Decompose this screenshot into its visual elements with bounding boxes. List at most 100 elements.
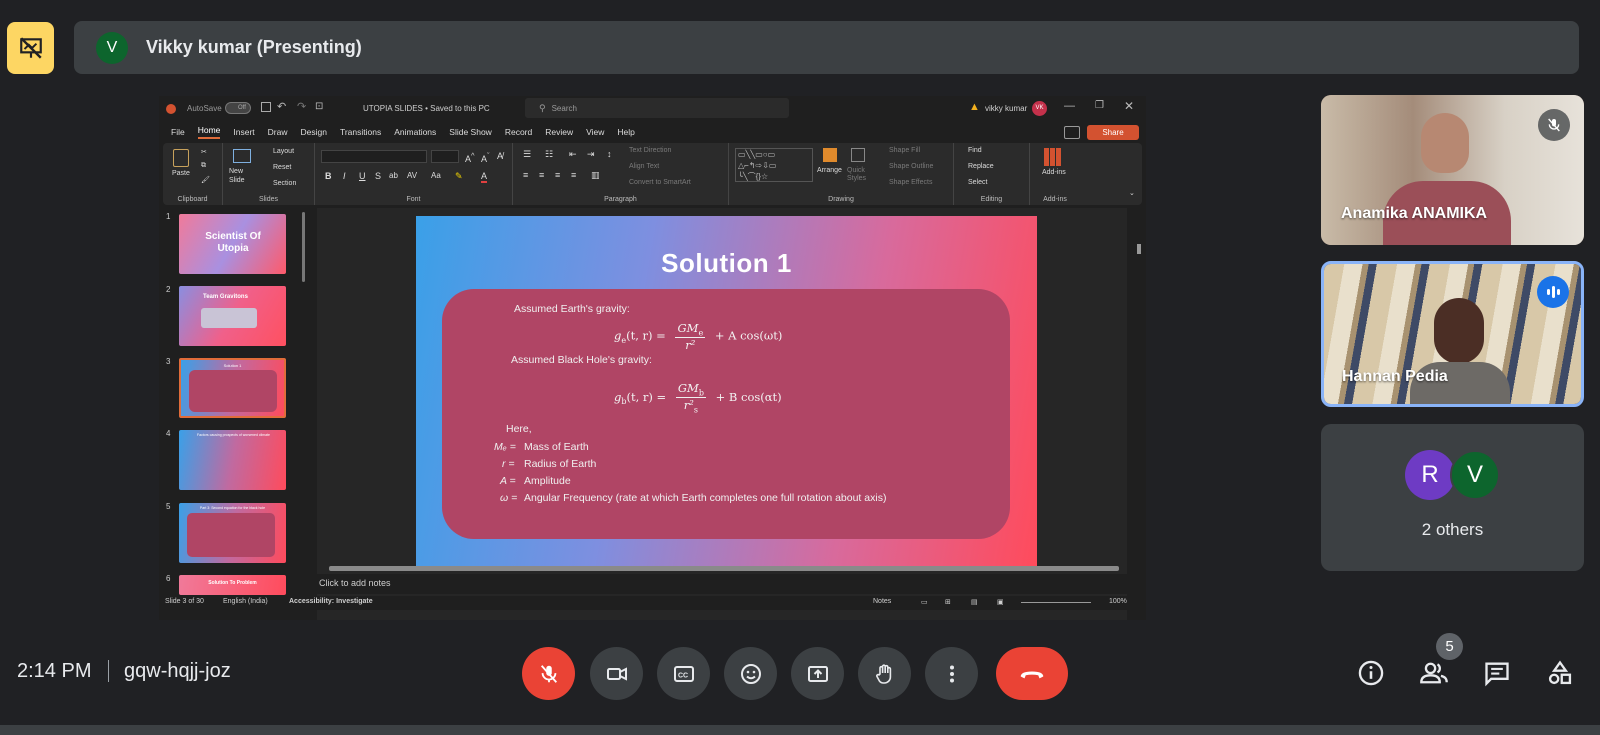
slide-thumbnail[interactable]: Team Gravitons [179,286,286,346]
participant-tile-hannan[interactable]: Hannan Pedia [1321,261,1584,407]
camera-toggle-button[interactable] [590,647,643,700]
redo-icon[interactable]: ↷ [297,100,306,113]
increase-indent-icon[interactable]: ⇥ [587,149,595,160]
present-icon[interactable]: ⊡ [315,101,323,112]
activities-button[interactable] [1542,655,1578,691]
reactions-button[interactable] [724,647,777,700]
convert-smartart-button[interactable]: Convert to SmartArt [629,179,691,186]
shape-fill-button[interactable]: Shape Fill [889,147,920,154]
clear-format-icon[interactable]: A̸ [497,151,503,161]
spacing-icon[interactable]: AV [407,171,417,180]
search-box[interactable]: ⚲ Search [525,98,789,118]
paste-icon[interactable] [173,149,189,167]
current-slide[interactable]: Solution 1 Assumed Earth's gravity: ge(t… [416,216,1037,566]
cut-icon[interactable]: ✂ [201,148,207,156]
raise-hand-button[interactable] [858,647,911,700]
meeting-details-button[interactable] [1353,655,1389,691]
paste-button[interactable]: Paste [172,170,190,177]
copy-icon[interactable]: ⧉ [201,162,206,170]
slide-thumbnail[interactable]: Factors causing prospects of worsened cl… [179,430,286,490]
font-color-icon[interactable]: A [481,171,488,183]
undo-icon[interactable]: ↶ [277,100,286,113]
warning-icon[interactable]: ▲ [969,101,980,113]
mic-toggle-button[interactable] [522,647,575,700]
people-button[interactable] [1416,655,1452,691]
others-tile[interactable]: R V 2 others [1321,424,1584,571]
align-text-button[interactable]: Align Text [629,163,659,170]
tab-help[interactable]: Help [617,127,634,137]
shape-effects-button[interactable]: Shape Effects [889,179,932,186]
tab-record[interactable]: Record [505,127,532,137]
accessibility-status[interactable]: Accessibility: Investigate [289,598,373,605]
justify-icon[interactable]: ≡ [571,170,576,180]
slide-thumbnail[interactable]: Part 3: Second equation for the black ho… [179,503,286,563]
reset-button[interactable]: Reset [273,164,291,171]
slideshow-icon[interactable]: ▣ [997,598,1004,606]
reading-view-icon[interactable]: ▤ [971,598,978,606]
font-name-select[interactable] [321,150,427,163]
shrink-font-icon[interactable]: Aˇ [481,151,490,164]
tab-view[interactable]: View [586,127,604,137]
tab-draw[interactable]: Draw [268,127,288,137]
text-direction-button[interactable]: Text Direction [629,147,671,154]
select-button[interactable]: Select [968,179,987,186]
font-size-select[interactable] [431,150,459,163]
notes-pane[interactable]: Click to add notes [313,574,1133,594]
bullets-icon[interactable]: ☰ [523,149,531,160]
comments-icon[interactable] [1064,126,1080,139]
highlight-icon[interactable]: ✎ [455,171,463,182]
autosave-toggle[interactable]: Off [225,102,251,114]
layout-button[interactable]: Layout [273,148,294,155]
align-right-icon[interactable]: ≡ [555,170,560,180]
document-title[interactable]: UTOPIA SLIDES • Saved to this PC [363,104,490,113]
shape-outline-button[interactable]: Shape Outline [889,163,933,170]
align-left-icon[interactable]: ≡ [523,170,528,180]
find-button[interactable]: Find [968,147,982,154]
bold-icon[interactable]: B [325,171,332,181]
grow-font-icon[interactable]: A^ [465,151,475,164]
ribbon-collapse-icon[interactable]: ⌄ [1129,189,1135,197]
section-button[interactable]: Section [273,180,296,187]
columns-icon[interactable]: ▥ [591,170,600,181]
replace-button[interactable]: Replace [968,163,994,170]
zoom-level[interactable]: 100% [1109,598,1127,605]
minimize-icon[interactable]: — [1064,100,1075,112]
slide-thumbnail[interactable]: Solution To Problem [179,575,286,595]
present-screen-button[interactable] [791,647,844,700]
tab-animations[interactable]: Animations [394,127,436,137]
numbering-icon[interactable]: ☷ [545,149,553,160]
notes-toggle[interactable]: Notes [873,598,891,605]
tab-review[interactable]: Review [545,127,573,137]
align-center-icon[interactable]: ≡ [539,170,544,180]
hide-presentation-button[interactable] [7,22,54,74]
normal-view-icon[interactable]: ▭ [921,598,928,606]
language-status[interactable]: English (India) [223,598,268,605]
strike-icon[interactable]: S [375,171,381,181]
canvas-vscrollbar[interactable] [1137,244,1141,254]
slide-thumbnail-selected[interactable]: Solution 1 [179,358,286,418]
change-case-icon[interactable]: Aa [431,171,441,180]
quick-styles-icon[interactable] [851,148,865,162]
new-slide-icon[interactable] [233,149,251,163]
addins-button[interactable]: Add-ins [1042,169,1066,176]
shapes-gallery[interactable]: ▭╲╲▭○▭ △⌐↰⇨⇩▭ ╰╲⌒{}☆ [735,148,813,182]
share-button[interactable]: Share [1087,125,1139,140]
line-spacing-icon[interactable]: ↕ [607,149,612,159]
slide-sorter-icon[interactable]: ⊞ [945,598,951,606]
tab-transitions[interactable]: Transitions [340,127,381,137]
canvas-hscrollbar[interactable] [329,566,1119,571]
arrange-button[interactable]: Arrange [817,167,842,174]
maximize-icon[interactable]: ❐ [1095,100,1104,111]
participant-tile-anamika[interactable]: Anamika ANAMIKA [1321,95,1584,245]
leave-call-button[interactable] [996,647,1068,700]
more-options-button[interactable] [925,647,978,700]
addins-icon[interactable] [1044,148,1062,166]
shadow-icon[interactable]: ab [389,171,398,180]
quick-styles-button[interactable]: Quick Styles [847,167,871,183]
tab-insert[interactable]: Insert [233,127,254,137]
new-slide-button[interactable]: New Slide [229,167,259,185]
zoom-slider[interactable] [1021,602,1091,603]
captions-button[interactable]: CC [657,647,710,700]
tab-slide-show[interactable]: Slide Show [449,127,492,137]
save-icon[interactable] [261,102,271,112]
